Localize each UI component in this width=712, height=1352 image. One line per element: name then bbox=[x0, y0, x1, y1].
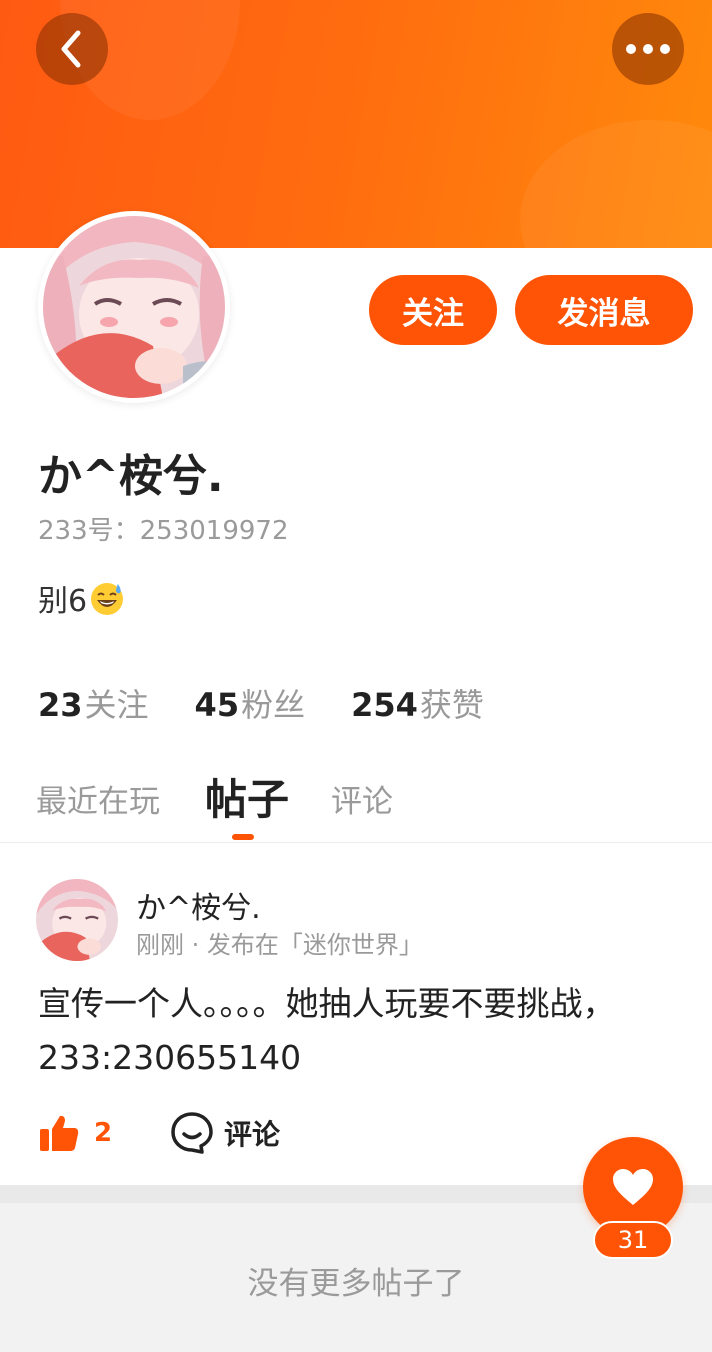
avatar-image bbox=[43, 216, 225, 398]
profile-tabs: 最近在玩 帖子 评论 bbox=[0, 766, 712, 842]
avatar[interactable] bbox=[38, 211, 230, 403]
following-label: 关注 bbox=[84, 686, 149, 724]
tab-recently-played[interactable]: 最近在玩 bbox=[36, 776, 160, 821]
profile-stats: 23 关注 45 粉丝 254 获赞 bbox=[38, 680, 530, 726]
comment-button[interactable]: 评论 bbox=[170, 1111, 280, 1155]
post-author-avatar[interactable] bbox=[36, 879, 118, 961]
chevron-left-icon bbox=[61, 30, 81, 68]
post-author-name[interactable]: か^桉兮. bbox=[136, 883, 261, 927]
no-more-posts-text: 没有更多帖子了 bbox=[247, 1266, 465, 1302]
back-button[interactable] bbox=[36, 13, 108, 85]
profile-uid: 233号：253019972 bbox=[38, 516, 289, 546]
favorite-count-badge: 31 bbox=[593, 1221, 673, 1259]
follow-button[interactable]: 关注 bbox=[369, 275, 497, 345]
post-meta: 刚刚 · 发布在「迷你世界」 bbox=[136, 931, 423, 959]
tab-posts[interactable]: 帖子 bbox=[205, 766, 289, 827]
post-card[interactable]: か^桉兮. 刚刚 · 发布在「迷你世界」 宣传一个人。。。。她抽人玩要不要挑战，… bbox=[0, 843, 712, 1185]
followers-label: 粉丝 bbox=[241, 686, 306, 724]
following-stat[interactable]: 23 关注 bbox=[38, 680, 149, 726]
more-dots-icon bbox=[626, 44, 670, 54]
post-content[interactable]: 宣传一个人。。。。她抽人玩要不要挑战，233:230655140 bbox=[38, 977, 678, 1085]
profile-username: か^桉兮. bbox=[38, 451, 224, 502]
bio-text: 别6 bbox=[38, 584, 88, 619]
send-message-button[interactable]: 发消息 bbox=[515, 275, 693, 345]
likes-stat: 254 获赞 bbox=[351, 680, 484, 726]
active-tab-indicator bbox=[232, 834, 254, 840]
followers-count: 45 bbox=[194, 686, 240, 724]
comment-bubble-icon bbox=[171, 1112, 213, 1154]
thumbs-up-icon bbox=[40, 1115, 79, 1151]
heart-icon bbox=[613, 1169, 653, 1205]
like-button[interactable]: 2 bbox=[38, 1113, 112, 1153]
more-options-button[interactable] bbox=[612, 13, 684, 85]
profile-bio: 别6 bbox=[38, 576, 125, 620]
likes-label: 获赞 bbox=[419, 686, 484, 724]
likes-count: 254 bbox=[351, 686, 418, 724]
banner-decoration bbox=[520, 120, 712, 248]
like-count: 2 bbox=[94, 1118, 113, 1148]
sweat-smile-emoji-icon bbox=[91, 583, 124, 615]
following-count: 23 bbox=[38, 686, 83, 724]
tab-comments[interactable]: 评论 bbox=[331, 776, 393, 821]
followers-stat[interactable]: 45 粉丝 bbox=[195, 680, 306, 726]
profile-header-banner bbox=[0, 0, 712, 248]
comment-label: 评论 bbox=[224, 1118, 281, 1151]
